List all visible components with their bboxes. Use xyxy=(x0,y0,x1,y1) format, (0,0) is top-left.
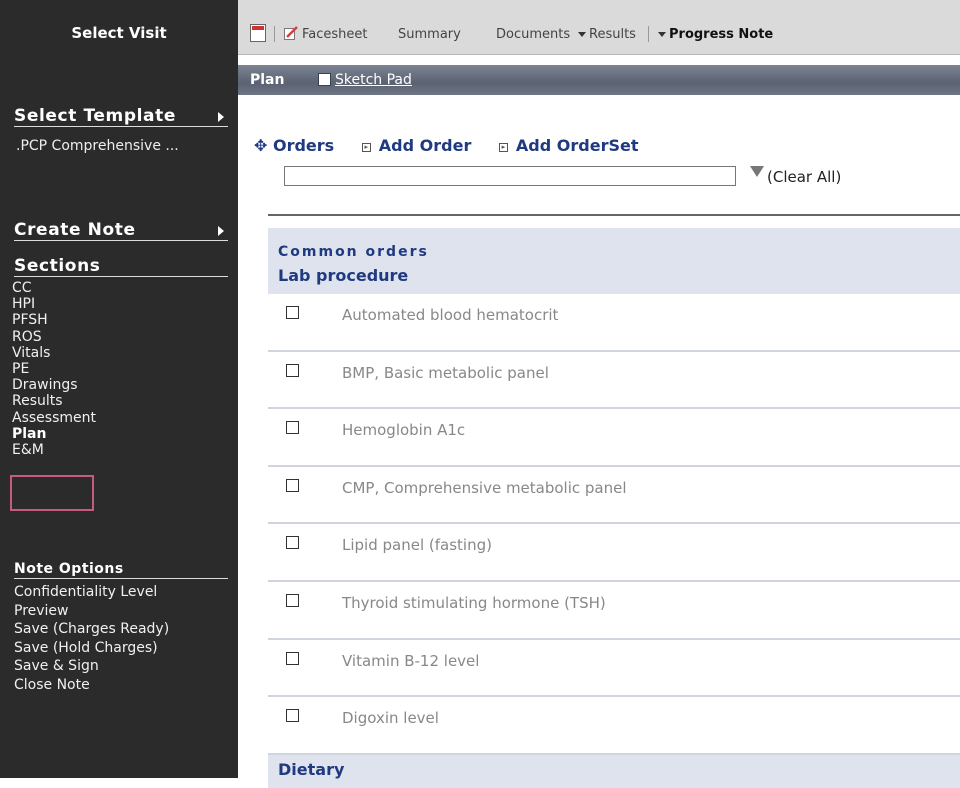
create-note-label: Create Note xyxy=(14,220,136,240)
section-item-results[interactable]: Results xyxy=(12,393,96,409)
sketch-pad-link[interactable]: Sketch Pad xyxy=(335,72,412,88)
section-item-cc[interactable]: CC xyxy=(12,280,96,296)
order-checkbox[interactable] xyxy=(286,478,299,492)
tab-progress-note[interactable]: Progress Note xyxy=(658,27,773,42)
list-item: Vitamin B-12 level xyxy=(268,639,960,698)
separator xyxy=(274,26,275,42)
order-label: CMP, Comprehensive metabolic panel xyxy=(342,478,627,497)
tab-documents[interactable]: Documents xyxy=(496,27,570,42)
note-options-heading: Note Options xyxy=(14,560,228,579)
section-item-plan[interactable]: Plan xyxy=(12,426,96,442)
section-item-vitals[interactable]: Vitals xyxy=(12,345,96,361)
filter-icon[interactable] xyxy=(750,166,764,177)
order-checkbox[interactable] xyxy=(286,536,299,550)
tab-progress-note-label: Progress Note xyxy=(669,27,774,42)
section-item-drawings[interactable]: Drawings xyxy=(12,377,96,393)
list-item: Lipid panel (fasting) xyxy=(268,524,960,582)
order-label: Lipid panel (fasting) xyxy=(342,536,492,555)
template-value[interactable]: .PCP Comprehensive ... xyxy=(16,138,179,154)
create-note-menu[interactable]: Create Note xyxy=(14,220,228,241)
order-checkbox[interactable] xyxy=(286,421,299,435)
order-checkbox[interactable] xyxy=(286,363,299,377)
orders-toolbar: ✥ Orders ▸ Add Order ▸ Add OrderSet xyxy=(254,136,638,155)
sections-list: CC HPI PFSH ROS Vitals PE Drawings Resul… xyxy=(12,280,96,458)
clear-all-link[interactable]: (Clear All) xyxy=(767,168,841,186)
sections-heading: Sections xyxy=(14,256,228,277)
list-item: Digoxin level xyxy=(268,697,960,755)
order-checkbox[interactable] xyxy=(286,651,299,665)
order-checkbox[interactable] xyxy=(286,593,299,607)
tab-results[interactable]: Results xyxy=(578,27,636,42)
add-order-label: Add Order xyxy=(378,136,472,155)
orders-label[interactable]: Orders xyxy=(273,136,334,155)
tab-summary[interactable]: Summary xyxy=(398,27,461,42)
list-item: Hemoglobin A1c xyxy=(268,409,960,467)
top-tab-bar: Facesheet Summary Documents Results Prog… xyxy=(238,0,960,55)
plan-title: Plan xyxy=(250,72,285,88)
divider xyxy=(268,214,960,216)
orders-expand-icon[interactable]: ✥ xyxy=(254,136,267,155)
add-order-button[interactable]: ▸ Add Order xyxy=(361,136,472,155)
option-confidentiality-level[interactable]: Confidentiality Level xyxy=(14,583,169,602)
sketch-pad-icon[interactable] xyxy=(318,73,331,86)
list-item: Thyroid stimulating hormone (TSH) xyxy=(268,581,960,640)
category-heading-dietary: Dietary xyxy=(278,760,345,779)
tab-results-label: Results xyxy=(589,27,636,42)
order-checkbox[interactable] xyxy=(286,709,299,723)
expand-icon: ▸ xyxy=(361,143,371,152)
option-save-charges-ready[interactable]: Save (Charges Ready) xyxy=(14,620,169,639)
option-save-hold-charges[interactable]: Save (Hold Charges) xyxy=(14,639,169,658)
order-label: Hemoglobin A1c xyxy=(342,421,466,440)
add-orderset-button[interactable]: ▸ Add OrderSet xyxy=(498,136,639,155)
category-heading: Lab procedure xyxy=(278,266,409,285)
dropdown-arrow-icon xyxy=(578,32,586,37)
edit-pencil-icon xyxy=(284,26,298,40)
order-label: BMP, Basic metabolic panel xyxy=(342,363,549,382)
order-label: Vitamin B-12 level xyxy=(342,651,480,670)
option-save-and-sign[interactable]: Save & Sign xyxy=(14,657,169,676)
select-template-menu[interactable]: Select Template xyxy=(14,106,228,127)
add-orderset-label: Add OrderSet xyxy=(515,136,639,155)
dropdown-arrow-icon xyxy=(658,32,666,37)
arrow-right-icon xyxy=(218,112,224,122)
note-options-list: Confidentiality Level Preview Save (Char… xyxy=(14,583,169,694)
separator xyxy=(648,26,649,42)
order-label: Digoxin level xyxy=(342,709,439,728)
section-item-ros[interactable]: ROS xyxy=(12,329,96,345)
expand-icon: ▸ xyxy=(498,143,508,152)
option-preview[interactable]: Preview xyxy=(14,602,169,621)
common-orders-panel: Common orders Lab procedure Automated bl… xyxy=(268,228,960,788)
plan-content: ✥ Orders ▸ Add Order ▸ Add OrderSet (Clear… xyxy=(238,96,960,788)
sidebar: Select Visit Select Template .PCP Compre… xyxy=(0,0,238,778)
arrow-right-icon xyxy=(218,226,224,236)
orders-list: Automated blood hematocrit BMP, Basic me… xyxy=(268,294,960,755)
list-item: CMP, Comprehensive metabolic panel xyxy=(268,466,960,525)
option-close-note[interactable]: Close Note xyxy=(14,676,169,695)
plan-header-bar: Plan Sketch Pad xyxy=(238,65,960,95)
section-item-pe[interactable]: PE xyxy=(12,361,96,377)
common-orders-heading: Common orders xyxy=(278,244,429,260)
section-item-em[interactable]: E&M xyxy=(12,442,96,458)
tab-facesheet[interactable]: Facesheet xyxy=(302,27,368,42)
section-item-assessment[interactable]: Assessment xyxy=(12,410,96,426)
order-search-input[interactable] xyxy=(284,166,736,186)
select-template-label: Select Template xyxy=(14,106,176,126)
list-item: BMP, Basic metabolic panel xyxy=(268,351,960,410)
list-item: Automated blood hematocrit xyxy=(268,294,960,352)
order-label: Automated blood hematocrit xyxy=(342,306,559,324)
order-checkbox[interactable] xyxy=(286,306,299,319)
calendar-icon[interactable] xyxy=(250,24,266,42)
order-label: Thyroid stimulating hormone (TSH) xyxy=(342,593,606,612)
section-item-hpi[interactable]: HPI xyxy=(12,296,96,312)
section-item-pfsh[interactable]: PFSH xyxy=(12,312,96,328)
plan-highlight-box xyxy=(10,475,94,511)
select-visit-button[interactable]: Select Visit xyxy=(0,24,238,42)
